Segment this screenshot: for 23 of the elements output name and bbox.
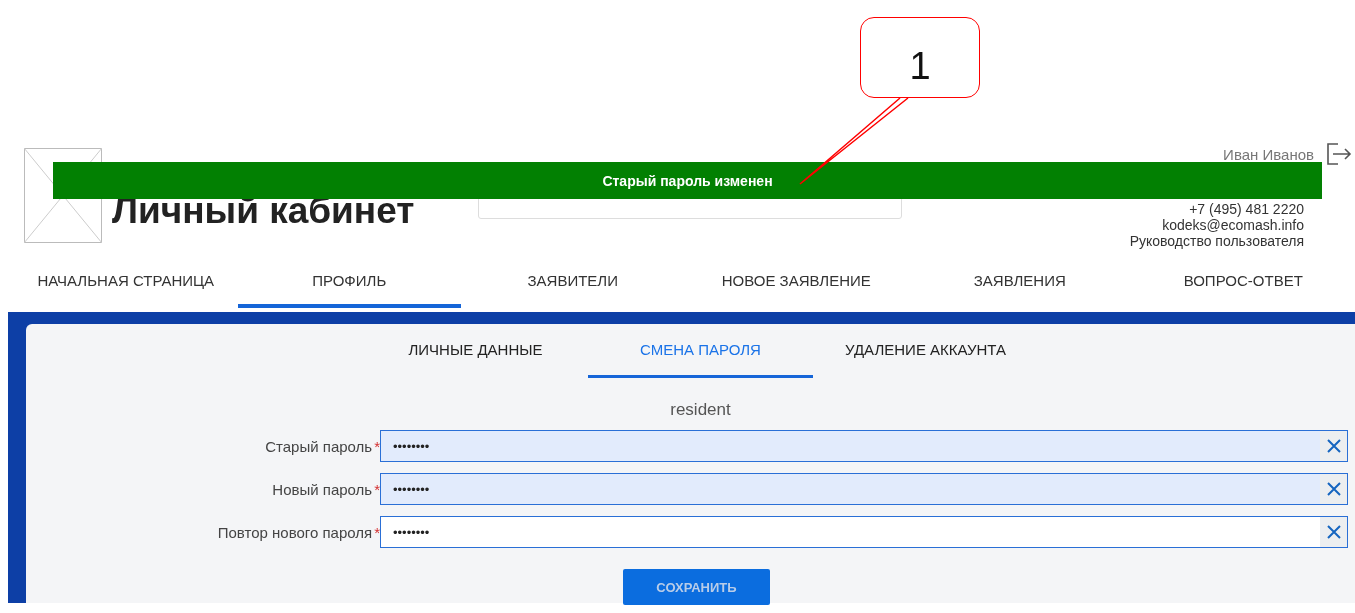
profile-tab[interactable]: УДАЛЕНИЕ АККАУНТА [813, 324, 1038, 378]
notification-toast: Старый пароль изменен [53, 162, 1322, 199]
profile-tab[interactable]: ЛИЧНЫЕ ДАННЫЕ [363, 324, 588, 378]
logout-icon[interactable] [1326, 143, 1352, 165]
user-manual-link[interactable]: Руководство пользователя [1129, 233, 1304, 249]
email-address: kodeks@ecomash.info [1162, 217, 1304, 233]
required-mark: * [374, 437, 380, 455]
login-name: resident [669, 400, 732, 420]
field-label: Новый пароль [272, 480, 373, 498]
nav-tab[interactable]: НОВОЕ ЗАЯВЛЕНИЕ [684, 262, 908, 308]
nav-tab[interactable]: ЗАЯВЛЕНИЯ [908, 262, 1132, 308]
callout-label: 1 [860, 17, 980, 98]
nav-tab[interactable]: ЗАЯВИТЕЛИ [461, 262, 685, 308]
required-mark: * [374, 523, 380, 541]
user-name[interactable]: Иван Иванов [1223, 145, 1314, 163]
nav-tab[interactable]: НАЧАЛЬНАЯ СТРАНИЦА [14, 262, 238, 308]
profile-tab[interactable]: СМЕНА ПАРОЛЯ [588, 324, 813, 378]
field-label: Повтор нового пароля [217, 523, 373, 541]
field-label: Старый пароль [265, 437, 373, 455]
nav-tab[interactable]: ВОПРОС-ОТВЕТ [1131, 262, 1355, 308]
required-mark: * [374, 480, 380, 498]
phone-number: +7 (495) 481 2220 [1189, 201, 1304, 217]
nav-tab[interactable]: ПРОФИЛЬ [237, 262, 461, 308]
